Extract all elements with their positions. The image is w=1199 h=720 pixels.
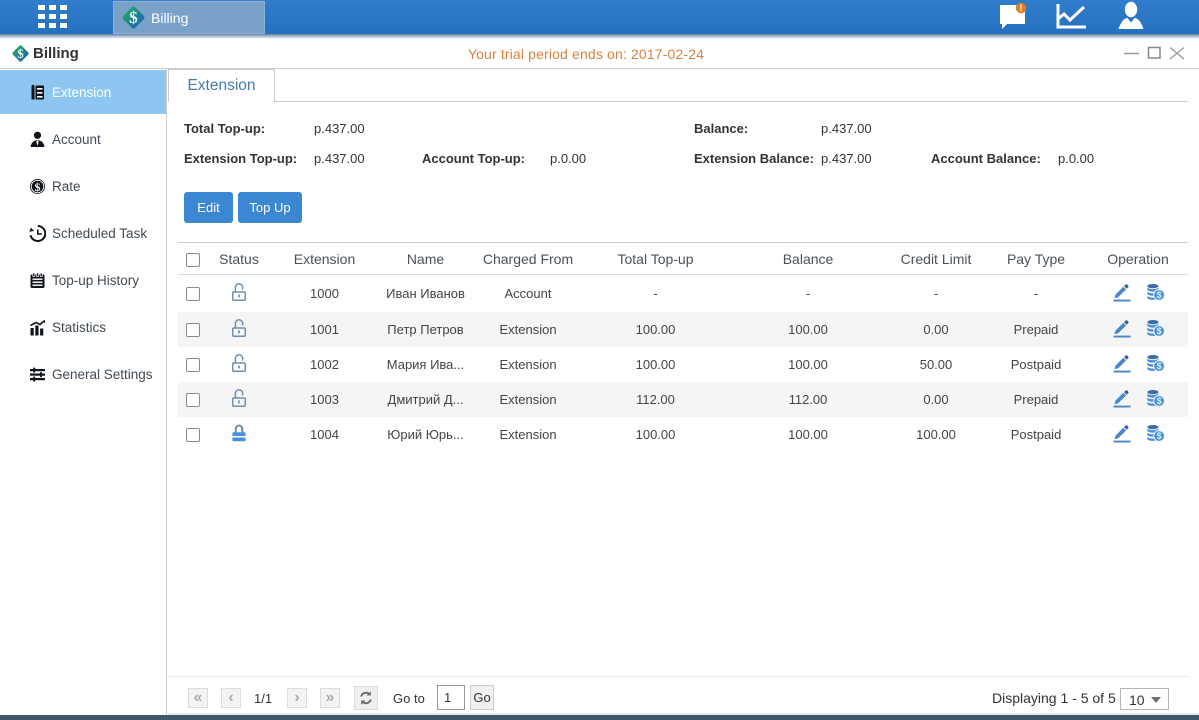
svg-text:$: $ bbox=[1156, 361, 1161, 371]
svg-text:$: $ bbox=[35, 180, 41, 194]
svg-text:$: $ bbox=[1156, 326, 1161, 336]
svg-text:$: $ bbox=[1156, 396, 1161, 406]
svg-text:$: $ bbox=[17, 47, 24, 61]
svg-text:$: $ bbox=[129, 8, 138, 27]
svg-text:$: $ bbox=[1156, 431, 1161, 441]
svg-text:$: $ bbox=[1156, 290, 1161, 300]
svg-text:!: ! bbox=[1020, 3, 1023, 13]
